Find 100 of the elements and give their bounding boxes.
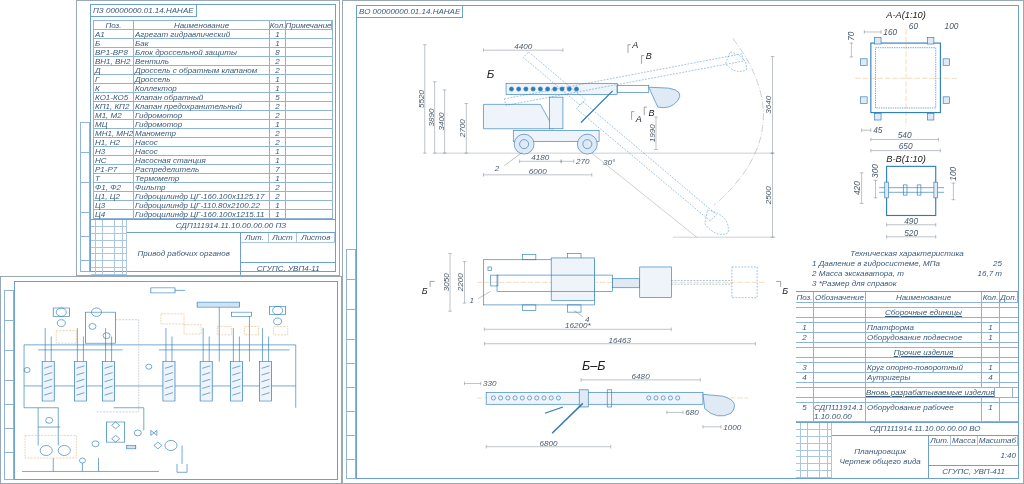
table-cell: Насос: [134, 147, 270, 156]
table-cell: Б: [94, 39, 134, 48]
table-cell: Блок дроссельной защиты: [134, 48, 270, 57]
drawing-title: Чертеж общего вида: [839, 457, 921, 467]
dimension-label: 650: [898, 141, 913, 152]
table-cell: Коллектор: [134, 84, 270, 93]
table-cell: 7: [270, 165, 286, 174]
column-header: Наименование: [134, 21, 270, 30]
stamp-label: Лит.: [929, 436, 951, 445]
view-label: В: [645, 51, 652, 62]
table-cell: Бак: [134, 39, 270, 48]
section-title: В-В(1:10): [886, 153, 926, 164]
dimension-label: 420: [852, 181, 863, 196]
table-cell: Дроссель: [134, 75, 270, 84]
table-cell: Гидроцилиндр ЦГ-160.100х1125.17: [134, 192, 270, 201]
view-label: Б: [421, 286, 428, 297]
dimension-line: [849, 42, 854, 58]
table-cell: Распределитель: [134, 165, 270, 174]
dimension-label: 16463: [608, 335, 632, 345]
dimension-label: 300: [870, 164, 881, 178]
dimension-label: 490: [904, 215, 919, 226]
dimension-label: 6000: [528, 166, 547, 176]
drawing-title: Планировщик: [854, 447, 906, 457]
dimension-label: 16200*: [565, 321, 591, 331]
table-cell: НС: [94, 156, 134, 165]
table-cell: 1: [270, 30, 286, 39]
dimension-label: 3640: [764, 95, 774, 114]
table-cell: Насос: [134, 138, 270, 147]
table-cell: МЦ: [94, 120, 134, 129]
table-cell: М1, М2: [94, 111, 134, 120]
dimension-line: [442, 89, 447, 154]
table-cell: 1: [982, 333, 1000, 342]
table-cell: 1: [270, 147, 286, 156]
dimension-line: [870, 137, 939, 142]
leader-line: [477, 291, 491, 299]
dimension-label: 2500: [764, 186, 774, 205]
dimension-label: 2200: [456, 273, 466, 292]
dimension-label: 160: [883, 26, 898, 37]
table-cell: Агрегат гидравлический: [134, 30, 270, 39]
view-label: В: [648, 108, 655, 119]
table-cell: 4: [796, 373, 814, 382]
table-cell: Н1, Н2: [94, 138, 134, 147]
table-cell: 2: [270, 183, 286, 192]
view-label: Б: [782, 286, 789, 297]
dimension-line: [462, 261, 467, 304]
dimension-line: [666, 410, 684, 415]
dimension-line: [859, 172, 864, 204]
table-cell: Клапан предохранительный: [134, 102, 270, 111]
table-cell: 1: [270, 210, 286, 219]
table-cell: Оборудование рабочее: [866, 403, 982, 421]
table-cell: Дроссель с обратным клапаном: [134, 66, 270, 75]
drawing-title: Привод рабочих органов: [137, 249, 230, 259]
table-cell: ВР1-ВР8: [94, 48, 134, 57]
dimension-line: [464, 381, 481, 386]
table-cell: Р1-Р7: [94, 165, 134, 174]
dimension-label: 4180: [531, 153, 550, 163]
dimension-label: 70: [846, 31, 857, 41]
table-cell: Термометр: [134, 174, 270, 183]
view-label: Б: [486, 67, 495, 81]
dimension-label: 540: [897, 130, 912, 141]
dimension-label: 3050: [441, 273, 451, 292]
table-cell: Манометр: [134, 129, 270, 138]
leader-label: 1: [469, 296, 474, 306]
dimension-line: [702, 424, 722, 429]
dimension-line: [654, 116, 658, 150]
table-cell: Гидромотор: [134, 111, 270, 120]
table-cell: КП1, КП2: [94, 102, 134, 111]
stamp-label: Масштаб: [977, 436, 1018, 445]
view-label: А: [635, 113, 642, 124]
table-cell: 3: [796, 363, 814, 372]
table-cell: Ц3: [94, 201, 134, 210]
table-cell: Г: [94, 75, 134, 84]
table-cell: 2: [270, 129, 286, 138]
table-cell: Ф1, Ф2: [94, 183, 134, 192]
table-cell: Оборудование подвесное: [866, 333, 982, 342]
table-cell: Н3: [94, 147, 134, 156]
dimension-label: 3400: [436, 112, 446, 131]
table-cell: Аутригеры: [866, 373, 982, 382]
section-heading: Прочие изделия: [866, 348, 982, 357]
section-heading: Вновь разрабатываемые изделия: [866, 388, 996, 397]
scale-value: 1:40: [1000, 451, 1016, 460]
table-cell: Гидроцилиндр ЦГ-160.100х1215.11: [134, 210, 270, 219]
table-cell: Фильтр: [134, 183, 270, 192]
leader-line: [504, 152, 523, 166]
table-cell: 1: [796, 323, 814, 332]
table-cell: Гидроцилиндр ЦГ-110.80х2100.22: [134, 201, 270, 210]
organization-name: СГУПС, УВП4-11: [255, 263, 321, 275]
spec-text: 3 *Размер для справок: [812, 279, 897, 289]
dimension-line: [951, 182, 956, 200]
drawing-code: СДП111914.11.10.00.00.00 ВО: [832, 423, 1018, 436]
view-label: А: [632, 40, 639, 51]
table-cell: Д: [94, 66, 134, 75]
table-cell: 2: [796, 333, 814, 342]
dimension-label: 4400: [514, 42, 533, 52]
table-cell: К: [94, 84, 134, 93]
column-header: Кол.: [270, 21, 286, 30]
dimension-label: 270: [576, 157, 590, 166]
table-cell: 2: [270, 138, 286, 147]
table-cell: 8: [270, 48, 286, 57]
table-cell: Ц1, Ц2: [94, 192, 134, 201]
